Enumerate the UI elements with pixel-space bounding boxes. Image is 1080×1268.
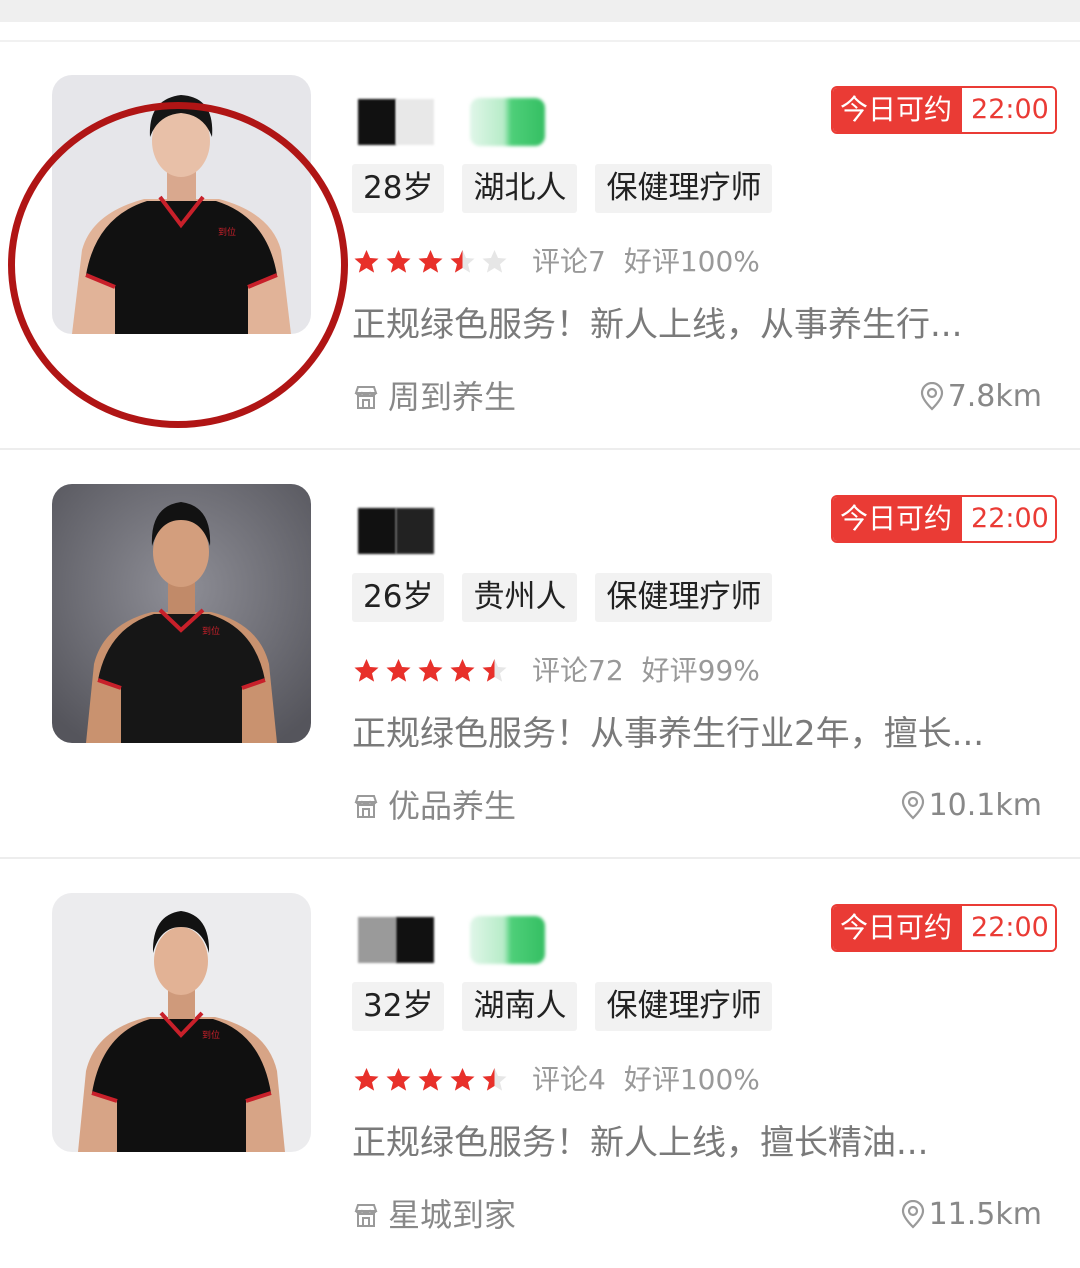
star-full-icon [450, 659, 475, 682]
review-count: 评论4 [532, 1063, 606, 1096]
verified-badge-redacted [470, 916, 545, 964]
storefront-icon [354, 795, 378, 818]
star-rating [352, 242, 512, 282]
distance-value: 7.8km [947, 379, 1042, 414]
star-half-icon [482, 1068, 507, 1091]
role-tag: 保健理疗师 [595, 982, 773, 1031]
star-empty-icon [482, 250, 507, 273]
star-full-icon [418, 659, 443, 682]
location-pin-icon [920, 382, 943, 411]
verified-badge-redacted [470, 98, 545, 146]
positive-rate: 好评99% [641, 654, 760, 687]
hometown-tag: 湖北人 [462, 164, 578, 213]
service-description: 正规绿色服务！新人上线，擅长精油... [352, 1123, 929, 1163]
availability-time: 22:00 [962, 906, 1055, 950]
shop-name: 优品养生 [388, 787, 517, 825]
review-count: 评论7 [532, 245, 606, 278]
therapist-name-redacted [358, 99, 438, 145]
location-pin-icon [901, 1200, 924, 1229]
distance-value: 11.5km [928, 1197, 1042, 1232]
tag-list: 26岁 贵州人 保健理疗师 [352, 573, 790, 622]
star-full-icon [418, 1068, 443, 1091]
distance-info: 11.5km [900, 1193, 1042, 1237]
service-description: 正规绿色服务！从事养生行业2年，擅长... [352, 714, 985, 754]
card-divider [0, 857, 1080, 859]
role-tag: 保健理疗师 [595, 164, 773, 213]
therapist-card[interactable]: 到位 今日可约 22:00 32岁 湖南人 保健理疗师 评论4 好评100% 正规… [0, 860, 1080, 1268]
highlight-circle [8, 102, 348, 428]
location-pin-icon [901, 791, 924, 820]
availability-label: 今日可约 [833, 497, 963, 541]
star-full-icon [386, 659, 411, 682]
age-tag: 28岁 [352, 164, 445, 213]
shop-info[interactable]: 优品养生 [352, 784, 516, 828]
hometown-tag: 贵州人 [462, 573, 578, 622]
availability-label: 今日可约 [833, 906, 963, 950]
shirt-logo-text: 到位 [202, 1029, 220, 1041]
availability-badge[interactable]: 今日可约 22:00 [831, 86, 1057, 134]
star-half-icon [450, 250, 475, 273]
star-rating [352, 1060, 512, 1100]
shop-info[interactable]: 周到养生 [352, 375, 516, 419]
star-rating [352, 651, 512, 691]
positive-rate: 好评100% [623, 1063, 760, 1096]
star-full-icon [386, 250, 411, 273]
therapist-name-redacted [358, 917, 438, 963]
review-summary[interactable]: 评论4 好评100% [532, 1060, 760, 1100]
storefront-icon [354, 1204, 378, 1227]
availability-time: 22:00 [962, 88, 1055, 132]
review-summary[interactable]: 评论7 好评100% [532, 242, 760, 282]
tag-list: 28岁 湖北人 保健理疗师 [352, 164, 790, 213]
tag-list: 32岁 湖南人 保健理疗师 [352, 982, 790, 1031]
review-count: 评论72 [532, 654, 624, 687]
availability-time: 22:00 [962, 497, 1055, 541]
storefront-icon [354, 386, 378, 409]
review-summary[interactable]: 评论72 好评99% [532, 651, 760, 691]
therapist-name-redacted [358, 508, 438, 554]
shop-info[interactable]: 星城到家 [352, 1193, 516, 1237]
star-full-icon [386, 1068, 411, 1091]
distance-value: 10.1km [928, 788, 1042, 823]
star-full-icon [354, 1068, 379, 1091]
shop-name: 星城到家 [388, 1196, 517, 1234]
therapist-photo[interactable]: 到位 [52, 893, 311, 1152]
star-full-icon [450, 1068, 475, 1091]
distance-info: 7.8km [919, 375, 1042, 419]
star-full-icon [354, 250, 379, 273]
role-tag: 保健理疗师 [595, 573, 773, 622]
hometown-tag: 湖南人 [462, 982, 578, 1031]
card-divider [0, 448, 1080, 450]
age-tag: 26岁 [352, 573, 445, 622]
star-half-icon [482, 659, 507, 682]
service-description: 正规绿色服务！新人上线，从事养生行... [352, 305, 963, 345]
top-bar [0, 0, 1080, 22]
age-tag: 32岁 [352, 982, 445, 1031]
therapist-card[interactable]: 到位 今日可约 22:00 26岁 贵州人 保健理疗师 评论72 好评99% 正规… [0, 451, 1080, 859]
availability-badge[interactable]: 今日可约 22:00 [831, 495, 1057, 543]
star-full-icon [418, 250, 443, 273]
distance-info: 10.1km [900, 784, 1042, 828]
therapist-photo[interactable]: 到位 [52, 484, 311, 743]
availability-label: 今日可约 [833, 88, 963, 132]
therapist-card[interactable]: 到位 今日可约 22:00 28岁 湖北人 保健理疗师 评论7 好评100% 正规… [0, 42, 1080, 450]
shirt-logo-text: 到位 [202, 625, 220, 637]
availability-badge[interactable]: 今日可约 22:00 [831, 904, 1057, 952]
star-full-icon [354, 659, 379, 682]
positive-rate: 好评100% [623, 245, 760, 278]
shop-name: 周到养生 [388, 378, 517, 416]
